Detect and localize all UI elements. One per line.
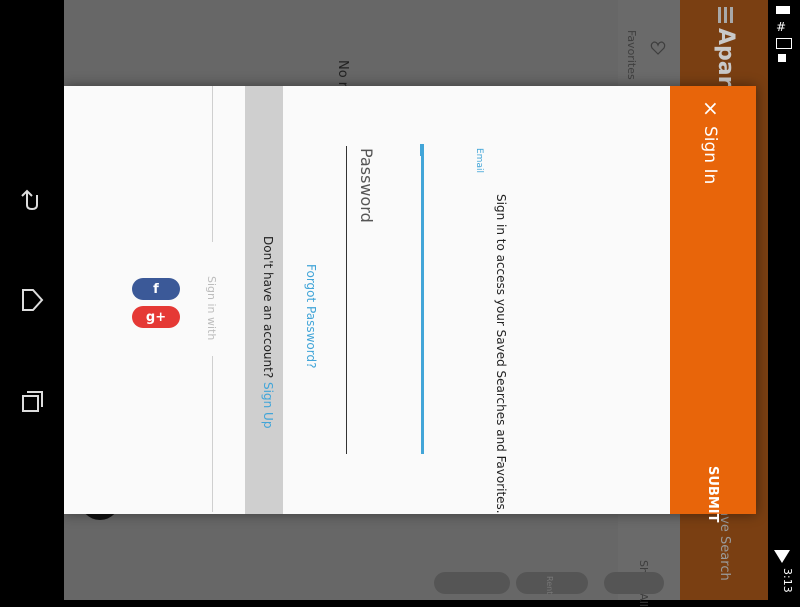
menu-icon[interactable] — [716, 6, 734, 28]
email-label: Email — [474, 148, 484, 173]
draw-button[interactable] — [434, 572, 510, 594]
back-icon — [21, 189, 38, 211]
image-icon — [776, 38, 792, 49]
sign-in-dialog: × Sign In SUBMIT Sign in to access your … — [64, 86, 756, 522]
status-bar: # 3:13 — [768, 0, 800, 600]
facebook-icon: f — [153, 281, 159, 297]
download-icon — [778, 54, 786, 62]
google-sign-in-button[interactable]: g+ — [132, 306, 180, 328]
hash-icon: # — [776, 20, 787, 34]
submit-button[interactable]: SUBMIT — [705, 466, 720, 522]
rent-filter-button[interactable]: Rent — [516, 572, 588, 594]
home-icon — [22, 289, 44, 311]
location-button[interactable] — [604, 572, 664, 594]
password-placeholder: Password — [357, 148, 376, 223]
wifi-icon — [774, 550, 790, 564]
close-icon[interactable]: × — [702, 98, 719, 118]
email-cursor — [420, 144, 460, 156]
divider-bottom — [212, 356, 213, 512]
dialog-subtitle: Sign in to access your Saved Searches an… — [494, 194, 508, 514]
dialog-header: × Sign In SUBMIT — [670, 86, 756, 522]
sign-up-link[interactable]: Sign Up — [261, 382, 275, 428]
facebook-sign-in-button[interactable]: f — [132, 278, 180, 300]
email-input[interactable] — [421, 144, 424, 454]
heart-icon — [650, 40, 666, 60]
divider-top — [212, 86, 213, 242]
signup-prompt: Don't have an account? Sign Up — [261, 236, 275, 428]
signup-band: Don't have an account? Sign Up — [245, 86, 283, 514]
notification-icon — [776, 6, 790, 14]
recents-icon — [22, 391, 43, 412]
recents-button[interactable] — [12, 382, 52, 422]
back-button[interactable] — [12, 180, 52, 220]
google-plus-icon: g+ — [145, 309, 167, 325]
home-button[interactable] — [12, 280, 52, 320]
sign-in-with-label: Sign in with — [205, 276, 218, 341]
dialog-title: Sign In — [700, 126, 720, 185]
forgot-password-link[interactable]: Forgot Password? — [304, 264, 318, 368]
no-account-text: Don't have an account? — [261, 236, 275, 379]
clock: 3:13 — [781, 568, 794, 593]
favorites-tab[interactable]: Favorites — [625, 30, 638, 80]
navigation-bar — [0, 0, 64, 600]
password-input[interactable] — [346, 146, 347, 454]
